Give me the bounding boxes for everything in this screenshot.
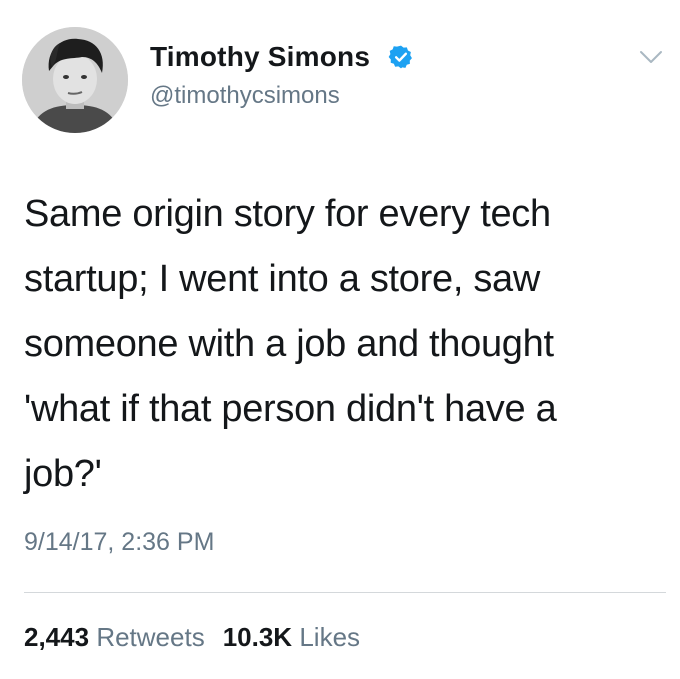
tweet-timestamp[interactable]: 9/14/17, 2:36 PM [24, 528, 214, 557]
retweets-stat[interactable]: 2,443 Retweets [24, 622, 205, 653]
likes-count: 10.3K [222, 622, 293, 652]
tweet-card: Timothy Simons @timothycsimons Same orig… [0, 0, 680, 679]
avatar[interactable] [22, 27, 128, 133]
chevron-down-icon[interactable] [638, 48, 664, 66]
divider [24, 592, 666, 593]
likes-stat[interactable]: 10.3K Likes [223, 622, 360, 653]
likes-label: Likes [299, 622, 361, 652]
tweet-stats: 2,443 Retweets 10.3K Likes [24, 622, 360, 653]
author-display-name[interactable]: Timothy Simons [150, 41, 370, 73]
retweets-count: 2,443 [24, 622, 90, 652]
tweet-text: Same origin story for every tech startup… [24, 193, 557, 495]
retweets-label: Retweets [96, 622, 205, 652]
author-handle[interactable]: @timothycsimons [150, 82, 340, 110]
verified-badge-icon [388, 45, 412, 69]
profile-photo-icon [22, 27, 128, 133]
